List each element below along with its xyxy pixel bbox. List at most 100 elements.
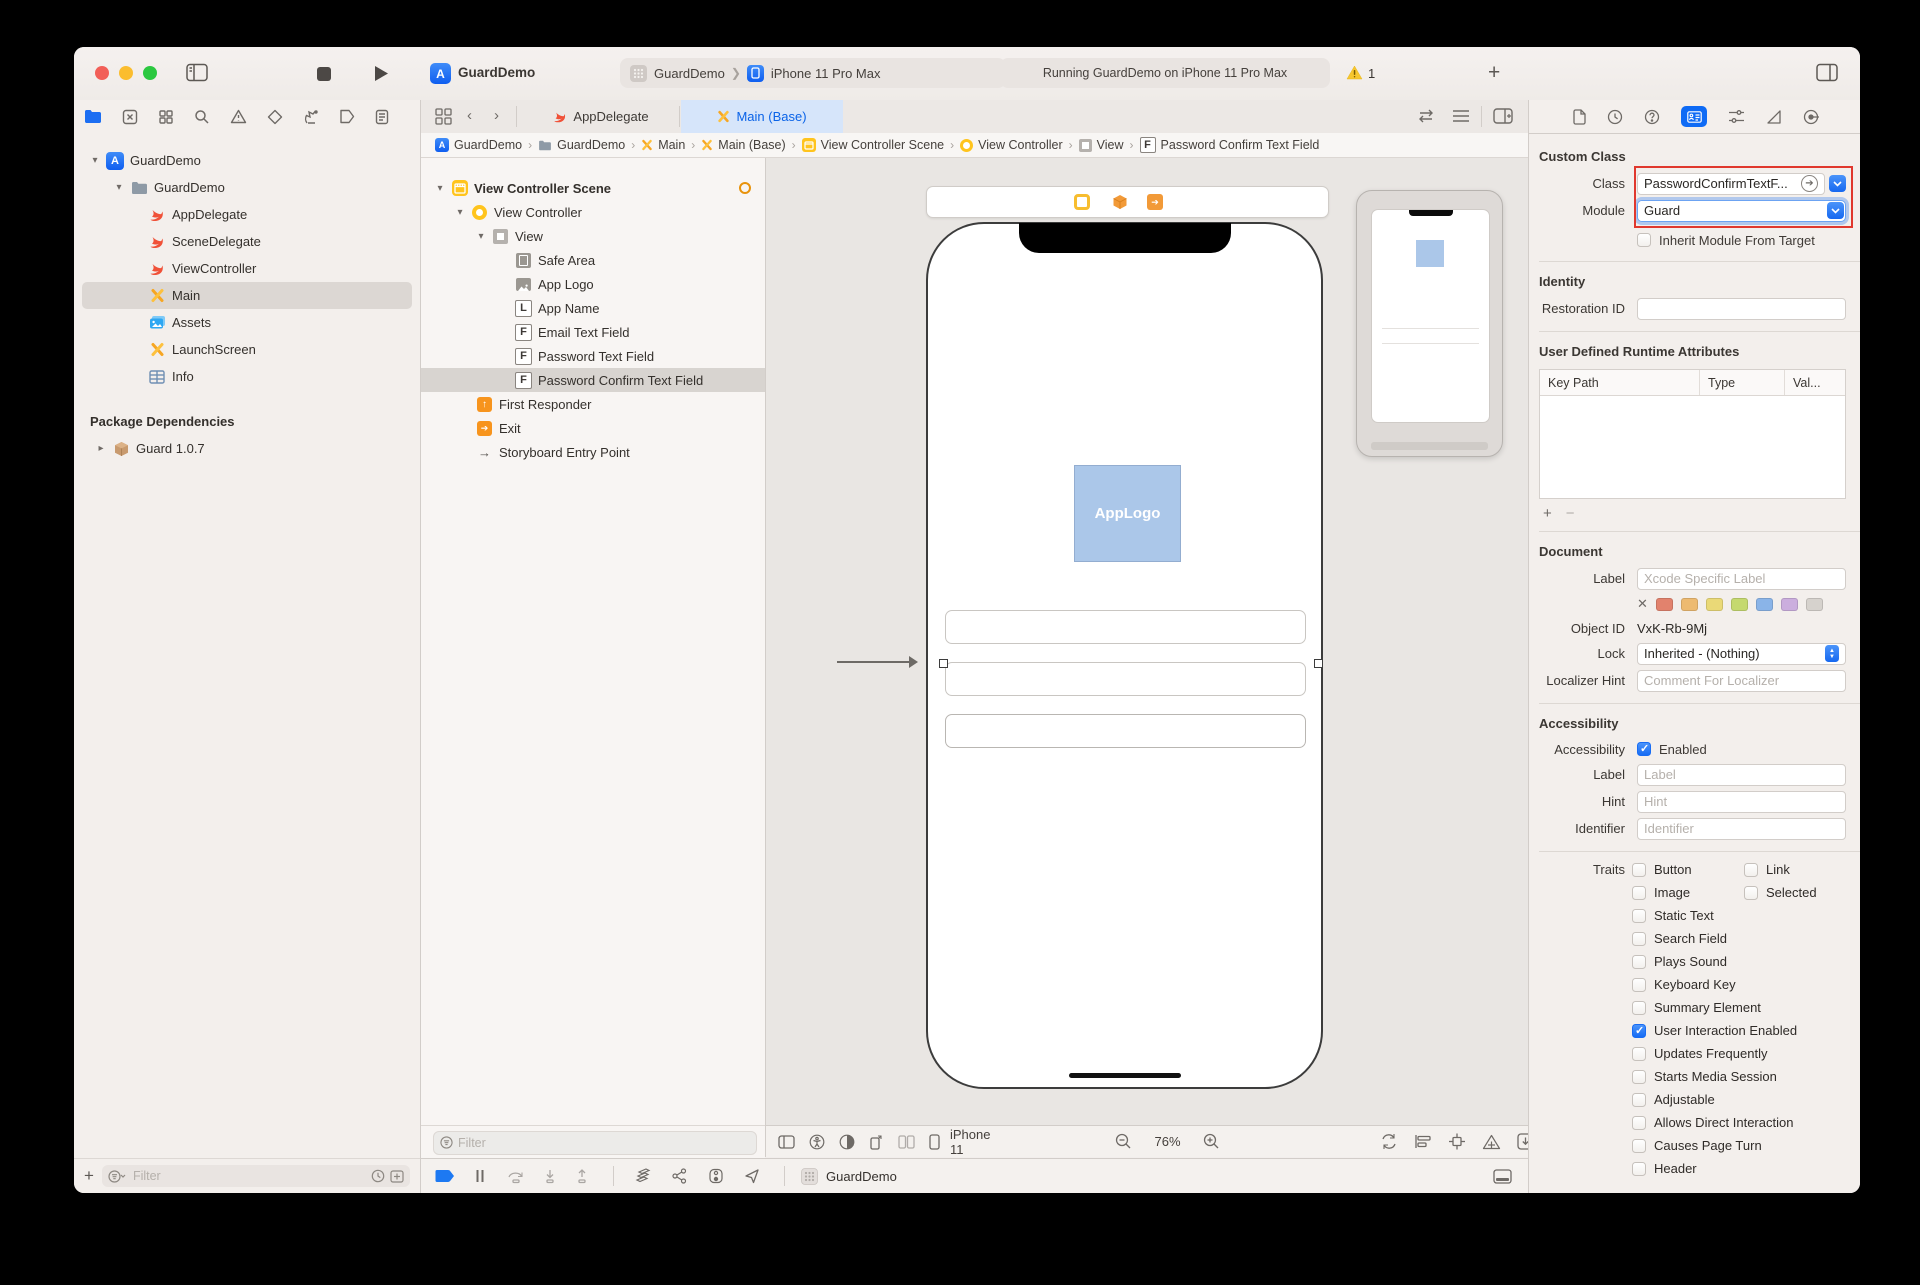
trait-checkbox-updates-frequently[interactable]: [1632, 1047, 1646, 1061]
attributes-inspector-icon[interactable]: [1728, 109, 1745, 124]
view-controller-dock-icon[interactable]: [1074, 194, 1090, 210]
disclosure-chevron-icon[interactable]: ▾: [90, 155, 100, 166]
class-field[interactable]: PasswordConfirmTextF... ➔: [1637, 173, 1825, 195]
scheme-selector[interactable]: GuardDemo ❯ iPhone 11 Pro Max: [620, 58, 1006, 88]
password-confirm-text-field-selected[interactable]: [945, 714, 1306, 748]
package-row-guard[interactable]: ▸ Guard 1.0.7: [82, 435, 412, 462]
restoration-id-field[interactable]: [1637, 298, 1846, 320]
step-into-icon[interactable]: [543, 1169, 557, 1184]
color-swatch-blue[interactable]: [1756, 598, 1773, 611]
canvas-minimap[interactable]: [1356, 190, 1503, 457]
crumb-scene[interactable]: View Controller Scene: [802, 138, 944, 152]
crumb-project[interactable]: AGuardDemo: [435, 138, 522, 152]
storyboard-canvas[interactable]: ➔ AppLogo: [765, 158, 1529, 1125]
storyboard-entry-arrow[interactable]: [837, 656, 918, 668]
process-name[interactable]: GuardDemo: [826, 1169, 897, 1184]
size-inspector-icon[interactable]: [1766, 109, 1782, 125]
trait-checkbox-adjustable[interactable]: [1632, 1093, 1646, 1107]
crumb-view[interactable]: View: [1079, 138, 1124, 152]
memory-graph-icon[interactable]: [671, 1168, 688, 1184]
simulate-location-icon[interactable]: [744, 1168, 760, 1184]
crumb-main[interactable]: Main: [641, 138, 685, 152]
zoom-in-icon[interactable]: [1203, 1133, 1220, 1150]
outline-row-safe-area[interactable]: Safe Area: [421, 248, 765, 272]
add-attribute-button[interactable]: +: [1543, 505, 1552, 522]
trait-checkbox-search-field[interactable]: [1632, 932, 1646, 946]
file-row-scenedelegate[interactable]: SceneDelegate: [82, 228, 412, 255]
test-navigator-icon[interactable]: [267, 109, 283, 125]
breakpoints-toggle-icon[interactable]: [435, 1169, 455, 1183]
editor-options-icon[interactable]: [1451, 108, 1471, 124]
module-field[interactable]: Guard: [1638, 201, 1823, 221]
acc-identifier-field[interactable]: Identifier: [1637, 818, 1846, 840]
scm-status-filter-icon[interactable]: [390, 1170, 404, 1183]
activity-status[interactable]: Running GuardDemo on iPhone 11 Pro Max: [1000, 58, 1330, 88]
hide-outline-icon[interactable]: [778, 1135, 795, 1149]
resize-handle-right[interactable]: [1314, 659, 1323, 668]
update-frames-icon[interactable]: [1380, 1133, 1398, 1150]
appearance-icon[interactable]: [839, 1134, 855, 1150]
right-sidebar-toggle-icon[interactable]: [1816, 63, 1838, 82]
source-control-navigator-icon[interactable]: [122, 109, 138, 125]
zoom-button[interactable]: [143, 66, 157, 80]
crumb-main-base[interactable]: Main (Base): [701, 138, 785, 152]
breakpoint-navigator-icon[interactable]: [339, 109, 355, 124]
trait-checkbox-header[interactable]: [1632, 1162, 1646, 1176]
color-swatch-yellow[interactable]: [1706, 598, 1723, 611]
no-color-icon[interactable]: ✕: [1637, 596, 1648, 612]
find-navigator-icon[interactable]: [194, 109, 210, 125]
swap-editor-icon[interactable]: [1416, 108, 1436, 124]
minimize-button[interactable]: [119, 66, 133, 80]
navigator-filter-field[interactable]: Filter: [102, 1165, 410, 1187]
device-select-icon[interactable]: [929, 1134, 940, 1150]
remove-attribute-button[interactable]: −: [1566, 505, 1575, 522]
trait-checkbox-starts-media-session[interactable]: [1632, 1070, 1646, 1084]
class-dropdown-button[interactable]: [1829, 175, 1846, 192]
warning-count[interactable]: 1: [1368, 66, 1375, 81]
file-row-main-selected[interactable]: Main: [82, 282, 412, 309]
stop-button[interactable]: [317, 67, 331, 81]
file-row-appdelegate[interactable]: AppDelegate: [82, 201, 412, 228]
file-row-assets[interactable]: Assets: [82, 309, 412, 336]
symbol-navigator-icon[interactable]: [158, 109, 174, 125]
module-dropdown-button[interactable]: [1827, 202, 1844, 219]
exit-dock-icon[interactable]: ➔: [1147, 194, 1163, 210]
warning-icon[interactable]: [1346, 65, 1363, 80]
resize-handle-left[interactable]: [939, 659, 948, 668]
disclosure-chevron-icon[interactable]: ▾: [114, 182, 124, 193]
trait-checkbox-allows-direct-interaction[interactable]: [1632, 1116, 1646, 1130]
file-row-viewcontroller[interactable]: ViewController: [82, 255, 412, 282]
outline-row-exit[interactable]: ➔ Exit: [421, 416, 765, 440]
project-navigator-icon[interactable]: [84, 109, 102, 124]
split-preview-icon[interactable]: [898, 1135, 915, 1149]
first-responder-dock-icon[interactable]: [1112, 194, 1128, 215]
identity-inspector-icon-selected[interactable]: [1681, 106, 1707, 127]
trait-checkbox-image[interactable]: [1632, 886, 1646, 900]
trait-checkbox-causes-page-turn[interactable]: [1632, 1139, 1646, 1153]
tab-appdelegate[interactable]: AppDelegate: [531, 100, 671, 133]
file-row-launchscreen[interactable]: LaunchScreen: [82, 336, 412, 363]
acc-hint-field[interactable]: Hint: [1637, 791, 1846, 813]
scene-target-icon[interactable]: [739, 182, 751, 194]
crumb-password-confirm-field[interactable]: FPassword Confirm Text Field: [1140, 137, 1320, 153]
trait-checkbox-user-interaction-enabled[interactable]: [1632, 1024, 1646, 1038]
trait-checkbox-keyboard-key[interactable]: [1632, 978, 1646, 992]
app-logo-image-view[interactable]: AppLogo: [1074, 465, 1181, 562]
outline-row-password-confirm-field-selected[interactable]: F Password Confirm Text Field: [421, 368, 765, 392]
back-button[interactable]: ‹: [467, 107, 472, 124]
run-button[interactable]: [374, 65, 389, 82]
add-editor-icon[interactable]: [1493, 108, 1513, 124]
inherit-module-checkbox[interactable]: [1637, 233, 1651, 247]
outline-row-scene[interactable]: ▾ View Controller Scene: [421, 176, 765, 200]
help-inspector-icon[interactable]: [1644, 109, 1660, 125]
outline-row-entry-point[interactable]: → Storyboard Entry Point: [421, 440, 765, 464]
add-constraints-icon[interactable]: [1448, 1133, 1466, 1150]
email-text-field[interactable]: [945, 610, 1306, 644]
connections-inspector-icon[interactable]: [1803, 109, 1819, 125]
outline-row-email-field[interactable]: F Email Text Field: [421, 320, 765, 344]
outline-row-password-field[interactable]: F Password Text Field: [421, 344, 765, 368]
file-row-group[interactable]: ▾ GuardDemo: [82, 174, 412, 201]
file-inspector-icon[interactable]: [1573, 109, 1586, 125]
console-toggle-icon[interactable]: [1493, 1169, 1512, 1184]
sidebar-toggle-icon[interactable]: [186, 63, 208, 82]
